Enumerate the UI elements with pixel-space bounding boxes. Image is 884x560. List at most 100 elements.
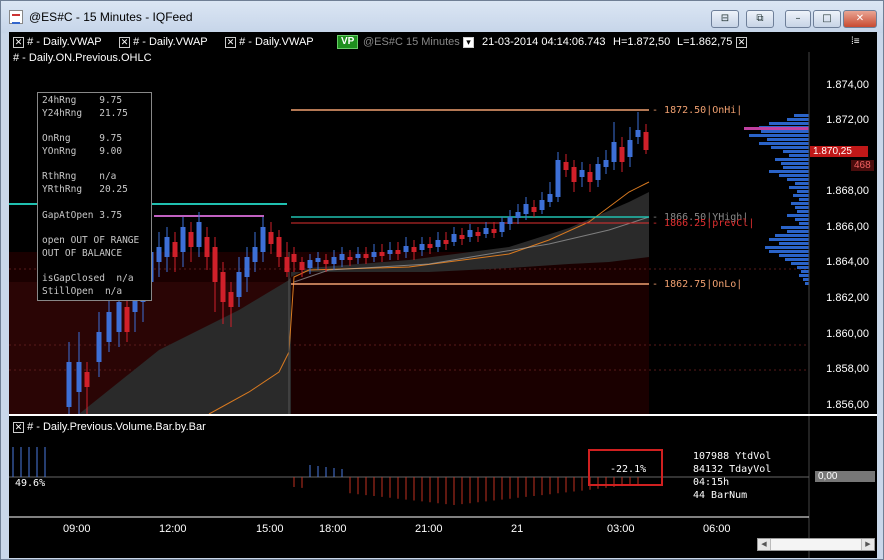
profile-bar xyxy=(793,194,809,197)
candle-body xyxy=(491,229,497,233)
window-title: @ES#C - 15 Minutes - IQFeed xyxy=(29,10,193,24)
time-tick: 15:00 xyxy=(256,523,284,535)
profile-bar xyxy=(749,134,809,137)
stat-row: isGapClosed n/a xyxy=(42,273,134,285)
scroll-thumb[interactable] xyxy=(770,539,862,550)
stat-row: Y24hRng 21.75 xyxy=(42,107,128,119)
candle-body xyxy=(419,244,425,250)
horizontal-scrollbar[interactable]: ◀ ▶ xyxy=(757,538,875,551)
balance-text: OUT OF BALANCE xyxy=(42,247,123,259)
volume-pct-label: 49.6% xyxy=(15,478,46,489)
chart-area: ✕ # - Daily.VWAP ✕ # - Daily.VWAP ✕ # - … xyxy=(9,32,877,558)
price-tick: 1.864,00 xyxy=(826,256,869,268)
profile-bar xyxy=(801,270,809,273)
candle-body xyxy=(284,257,290,272)
stat-row: YOnRng 9.00 xyxy=(42,145,123,157)
last-price-tag: 1.870,25 xyxy=(810,146,868,157)
time-tick: 09:00 xyxy=(63,523,91,535)
candle-body xyxy=(291,254,297,262)
volume-highlight-value: -22.1% xyxy=(610,464,647,475)
price-tick: 1.858,00 xyxy=(826,363,869,375)
candle-body xyxy=(539,200,545,210)
price-tick: 1.868,00 xyxy=(826,185,869,197)
profile-bar xyxy=(797,210,809,213)
candle-body xyxy=(499,222,505,232)
time-tick: 12:00 xyxy=(159,523,187,535)
profile-bar xyxy=(789,186,809,189)
scroll-left-icon[interactable]: ◀ xyxy=(758,539,770,550)
profile-bar xyxy=(783,166,809,169)
profile-bar xyxy=(761,130,809,133)
candle-body xyxy=(443,240,449,244)
candle-body xyxy=(323,260,329,264)
candle-body xyxy=(244,257,250,277)
candle-body xyxy=(331,257,337,264)
candle-body xyxy=(276,237,282,257)
stat-row: 24hRng 9.75 xyxy=(42,95,123,106)
profile-bar xyxy=(759,142,809,145)
profile-bar xyxy=(787,230,809,233)
minimize-button[interactable]: – xyxy=(785,10,811,28)
profile-bar xyxy=(799,222,809,225)
candle-body xyxy=(563,162,569,170)
candle-body xyxy=(547,194,553,202)
scroll-right-icon[interactable]: ▶ xyxy=(862,539,874,550)
time-tick: 21 xyxy=(511,523,524,535)
onhi-label: - 1872.50|OnHi| xyxy=(652,105,743,116)
remove-indicator-icon[interactable]: ✕ xyxy=(13,422,24,433)
stat-row: RthRng n/a xyxy=(42,171,117,183)
candle-body xyxy=(403,246,409,252)
title-bar: @ES#C - 15 Minutes - IQFeed ⊟ ⧉ – □ ✕ xyxy=(1,1,883,33)
candle-body xyxy=(371,252,377,257)
time-tick: 06:00 xyxy=(703,523,731,535)
prevcl-label: - 1866.25|prevCl| xyxy=(652,218,755,229)
volume-profile xyxy=(744,114,809,285)
profile-bar xyxy=(769,122,809,125)
zero-tag: 0,00 xyxy=(815,471,875,482)
profile-bar xyxy=(789,154,809,157)
profile-bar xyxy=(769,238,809,241)
open-range-text: open OUT OF RANGE xyxy=(42,235,140,247)
profile-bar xyxy=(787,178,809,181)
candle-body xyxy=(339,254,345,260)
candle-body xyxy=(619,147,625,162)
bar-time: 04:15h xyxy=(693,477,730,488)
profile-bar xyxy=(783,150,809,153)
profile-bar xyxy=(795,206,809,209)
profile-bar xyxy=(771,146,809,149)
profile-bar xyxy=(787,118,809,121)
profile-bar xyxy=(781,226,809,229)
profile-bar xyxy=(765,246,809,249)
candle-body xyxy=(483,228,489,234)
candle-body xyxy=(180,227,186,252)
candle-body xyxy=(355,254,361,258)
candle-body xyxy=(571,167,577,182)
profile-bar xyxy=(769,170,809,173)
profile-bar xyxy=(779,242,809,245)
candle-body xyxy=(212,247,218,282)
volume-bars xyxy=(12,447,639,505)
profile-bar xyxy=(775,234,809,237)
close-button[interactable]: ✕ xyxy=(843,10,877,28)
onlo-label: - 1862.75|OnLo| xyxy=(652,279,743,290)
profile-bar xyxy=(787,214,809,217)
candle-body xyxy=(268,232,274,244)
candle-body xyxy=(299,262,305,270)
profile-bar xyxy=(781,162,809,165)
candle-body xyxy=(435,240,441,247)
maximize-button[interactable]: □ xyxy=(813,10,841,28)
profile-bar xyxy=(794,114,809,117)
candle-body xyxy=(555,160,561,197)
candle-body xyxy=(307,260,313,268)
restore-chart-button[interactable]: ⊟ xyxy=(711,10,739,28)
candle-body xyxy=(475,232,481,236)
candle-body xyxy=(156,247,162,262)
profile-bar xyxy=(799,198,809,201)
candle-body xyxy=(124,307,130,332)
profile-bar xyxy=(797,190,809,193)
candle-body xyxy=(260,227,266,252)
profile-bar xyxy=(795,218,809,221)
layout-button[interactable]: ⧉ xyxy=(746,10,774,28)
ytd-volume: 107988 YtdVol xyxy=(693,451,772,462)
stat-row: StillOpen n/a xyxy=(42,285,123,297)
